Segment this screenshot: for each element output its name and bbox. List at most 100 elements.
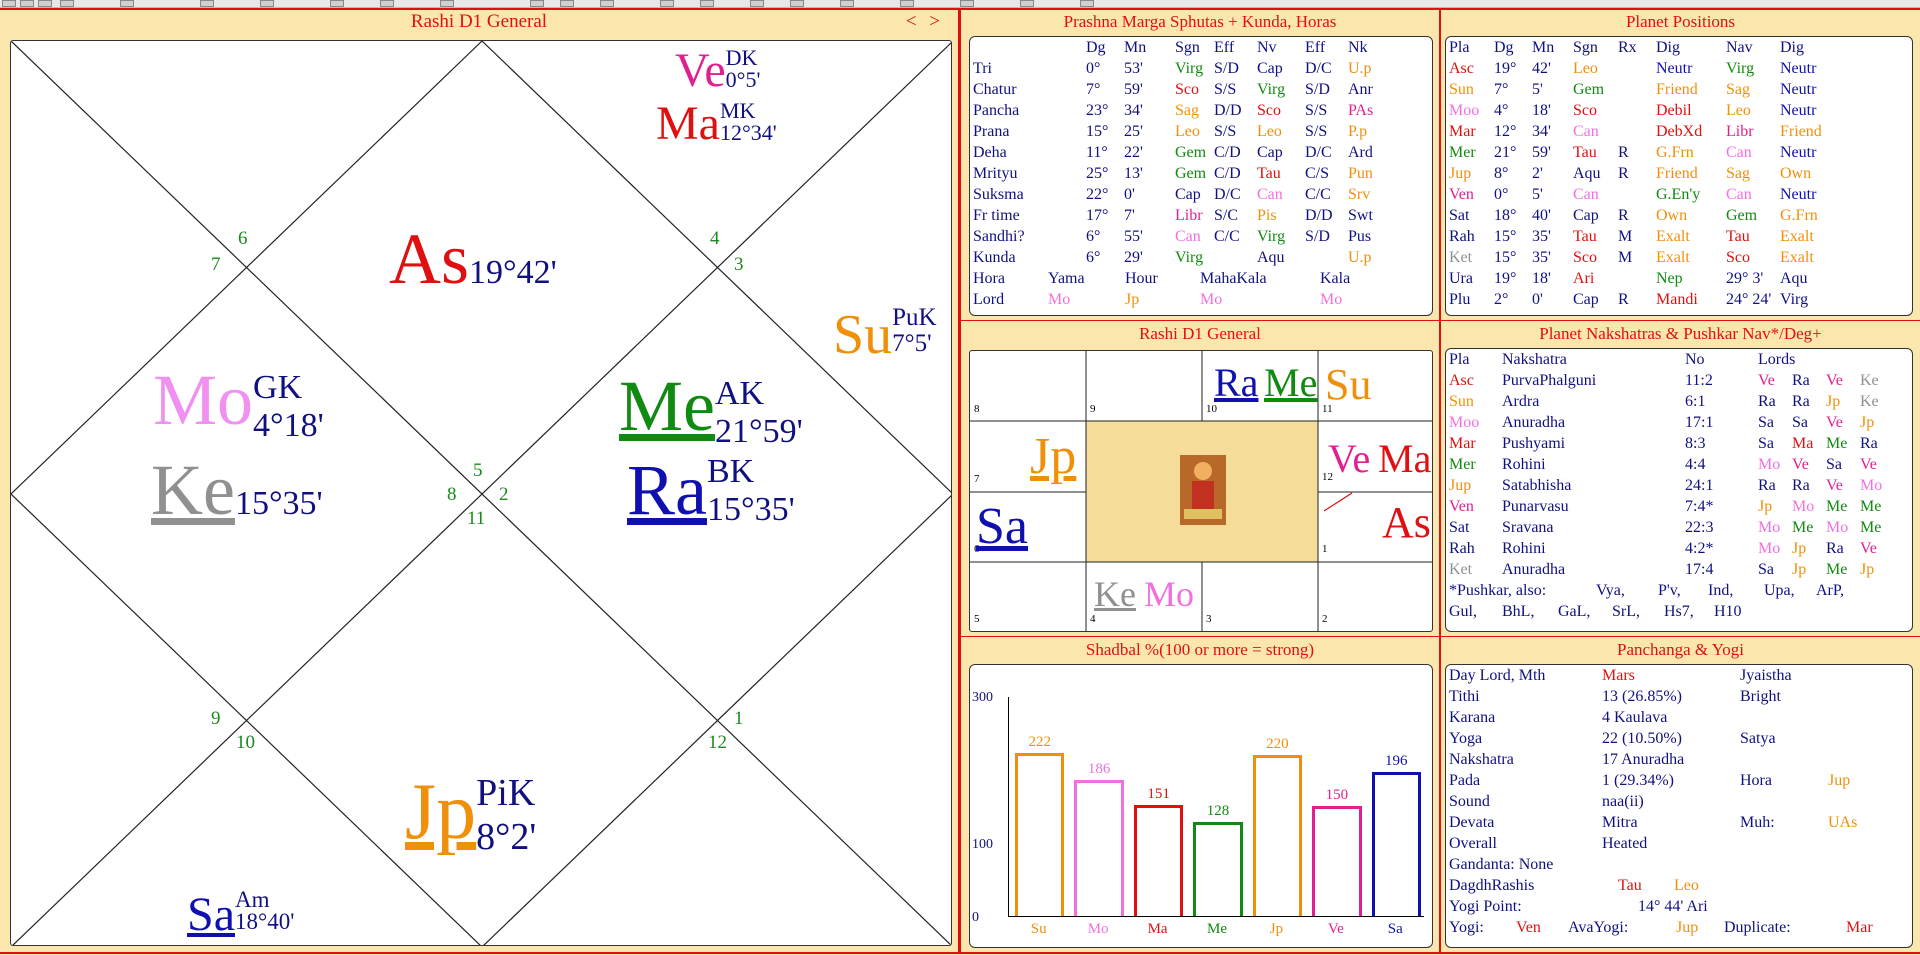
column-header: Dig	[1656, 39, 1680, 56]
table-cell: Ve	[1758, 372, 1775, 389]
table-cell: 7:4*	[1685, 498, 1714, 515]
table-cell: 59'	[1124, 81, 1143, 98]
toolbar-button[interactable]	[960, 0, 974, 7]
table-cell: 0°	[1086, 60, 1101, 77]
table-cell: Rohini	[1502, 540, 1546, 557]
planet-venus[interactable]: Ve	[1328, 435, 1370, 482]
table-cell: Can	[1573, 186, 1599, 203]
toolbar-button[interactable]	[560, 0, 574, 7]
chart-nav-arrows[interactable]: < >	[906, 10, 944, 34]
planet-rahu[interactable]: RaBK 15°35'	[627, 449, 795, 532]
house-number: 10	[236, 732, 255, 753]
small-chart-pane: Rashi D1 General 5 4 3 2 1 12 11 10 9 8 …	[961, 322, 1439, 636]
toolbar-button[interactable]	[2, 0, 16, 7]
table-cell: 22°	[1086, 186, 1109, 203]
table-cell: Ra	[1758, 393, 1776, 410]
toolbar-button[interactable]	[790, 0, 804, 7]
toolbar-button[interactable]	[330, 0, 344, 7]
planet-sun[interactable]: Su	[1325, 359, 1371, 410]
table-cell: D/C	[1214, 186, 1241, 203]
planet-sun[interactable]: SuPuK 7°5'	[833, 303, 937, 367]
table-cell: 59'	[1532, 144, 1551, 161]
table-cell: Ven	[1449, 186, 1474, 203]
planet-venus[interactable]: VeDK 0°5'	[675, 43, 760, 98]
toolbar-button[interactable]	[260, 0, 274, 7]
planet-moon[interactable]: Mo	[1144, 573, 1194, 615]
toolbar-button[interactable]	[200, 0, 214, 7]
toolbar-button[interactable]	[530, 0, 544, 7]
table-cell: Rah	[1449, 540, 1475, 557]
plot-area: 222 186 151 128 220 150 196	[1008, 697, 1424, 917]
toolbar-button[interactable]	[840, 0, 854, 7]
table-cell: Ve	[1826, 477, 1843, 494]
table-cell: Sa	[1758, 435, 1774, 452]
toolbar-button[interactable]	[440, 0, 454, 7]
planet-rahu[interactable]: Ra	[1214, 359, 1258, 406]
table-cell: Chatur	[973, 81, 1017, 98]
planet-mercury[interactable]: MeAK 21°59'	[619, 365, 803, 451]
table-cell: Leo	[1726, 102, 1751, 119]
table-cell: 24:1	[1685, 477, 1714, 494]
bar-jp	[1252, 754, 1303, 916]
planet-jupiter[interactable]: JpPiK 8°2'	[405, 767, 536, 859]
ascendant-label[interactable]: As	[1382, 497, 1431, 548]
toolbar-button[interactable]	[60, 0, 74, 7]
x-tick-label: Ma	[1147, 921, 1168, 937]
table-cell: Hour	[1125, 270, 1158, 287]
planet-mars[interactable]: Ma	[1378, 435, 1431, 482]
table-cell: Can	[1726, 144, 1752, 161]
table-cell: Deha	[973, 144, 1007, 161]
table-cell: Neutr	[1780, 144, 1817, 161]
planet-saturn[interactable]: Sa	[976, 497, 1028, 556]
table-cell: Exalt	[1656, 249, 1690, 266]
table-cell: Mars	[1602, 667, 1635, 684]
table-cell: S/D	[1305, 81, 1330, 98]
table-cell: 4 Kaulava	[1602, 709, 1668, 726]
toolbar-button[interactable]	[750, 0, 764, 7]
table-cell: Rah	[1449, 228, 1475, 245]
nakshatras-title: Planet Nakshatras & Pushkar Nav*/Deg+	[1539, 324, 1822, 343]
planet-saturn[interactable]: SaAm 18°40'	[187, 887, 294, 942]
table-cell: 4°	[1494, 102, 1509, 119]
table-cell: Can	[1175, 228, 1201, 245]
table-cell: 8°	[1494, 165, 1509, 182]
table-cell: G.Frn	[1780, 207, 1818, 224]
ascendant-label[interactable]: As19°42'	[389, 219, 557, 299]
toolbar-button[interactable]	[600, 0, 614, 7]
table-cell: Ind,	[1708, 582, 1734, 599]
table-cell: Tau	[1618, 877, 1642, 894]
table-cell: Heated	[1602, 835, 1648, 852]
toolbar-button[interactable]	[660, 0, 674, 7]
table-cell: 11°	[1086, 144, 1108, 161]
toolbar-button[interactable]	[20, 0, 34, 7]
table-cell: C/C	[1305, 186, 1331, 203]
table-cell: PAs	[1348, 102, 1374, 119]
planet-ketu[interactable]: Ke	[1094, 573, 1136, 615]
planet-mercury[interactable]: Me	[1264, 359, 1317, 406]
bar-value-label: 220	[1266, 735, 1289, 752]
toolbar-button[interactable]	[1080, 0, 1094, 7]
table-cell: U.p	[1348, 60, 1372, 77]
table-cell: Jup	[1676, 919, 1699, 936]
toolbar-button[interactable]	[900, 0, 914, 7]
table-cell: Punarvasu	[1502, 498, 1569, 515]
table-cell: ArP,	[1816, 582, 1845, 599]
toolbar-button[interactable]	[38, 0, 52, 7]
toolbar-button[interactable]	[120, 0, 134, 7]
table-cell: D/D	[1214, 102, 1242, 119]
table-cell: BhL,	[1502, 603, 1535, 620]
planet-jupiter[interactable]: Jp	[1030, 427, 1076, 486]
toolbar-button[interactable]	[380, 0, 394, 7]
table-cell: 17 Anuradha	[1602, 751, 1685, 768]
toolbar-button[interactable]	[1020, 0, 1034, 7]
toolbar-button[interactable]	[700, 0, 714, 7]
positions-table: Pla Dg Mn Sgn Rx Dig Nav Dig Asc 19° 42' Leo Neutr Vi…	[1445, 36, 1913, 316]
planet-moon[interactable]: MoGK 4°18'	[153, 359, 324, 445]
planet-ketu[interactable]: Ke15°35'	[151, 449, 323, 532]
toolbar	[0, 0, 1920, 8]
table-cell: Gem	[1726, 207, 1758, 224]
house-number: 2	[499, 484, 509, 505]
planet-mars[interactable]: MaMK 12°34'	[656, 96, 777, 151]
table-cell: Gul,	[1449, 603, 1477, 620]
table-cell: Tau	[1726, 228, 1750, 245]
